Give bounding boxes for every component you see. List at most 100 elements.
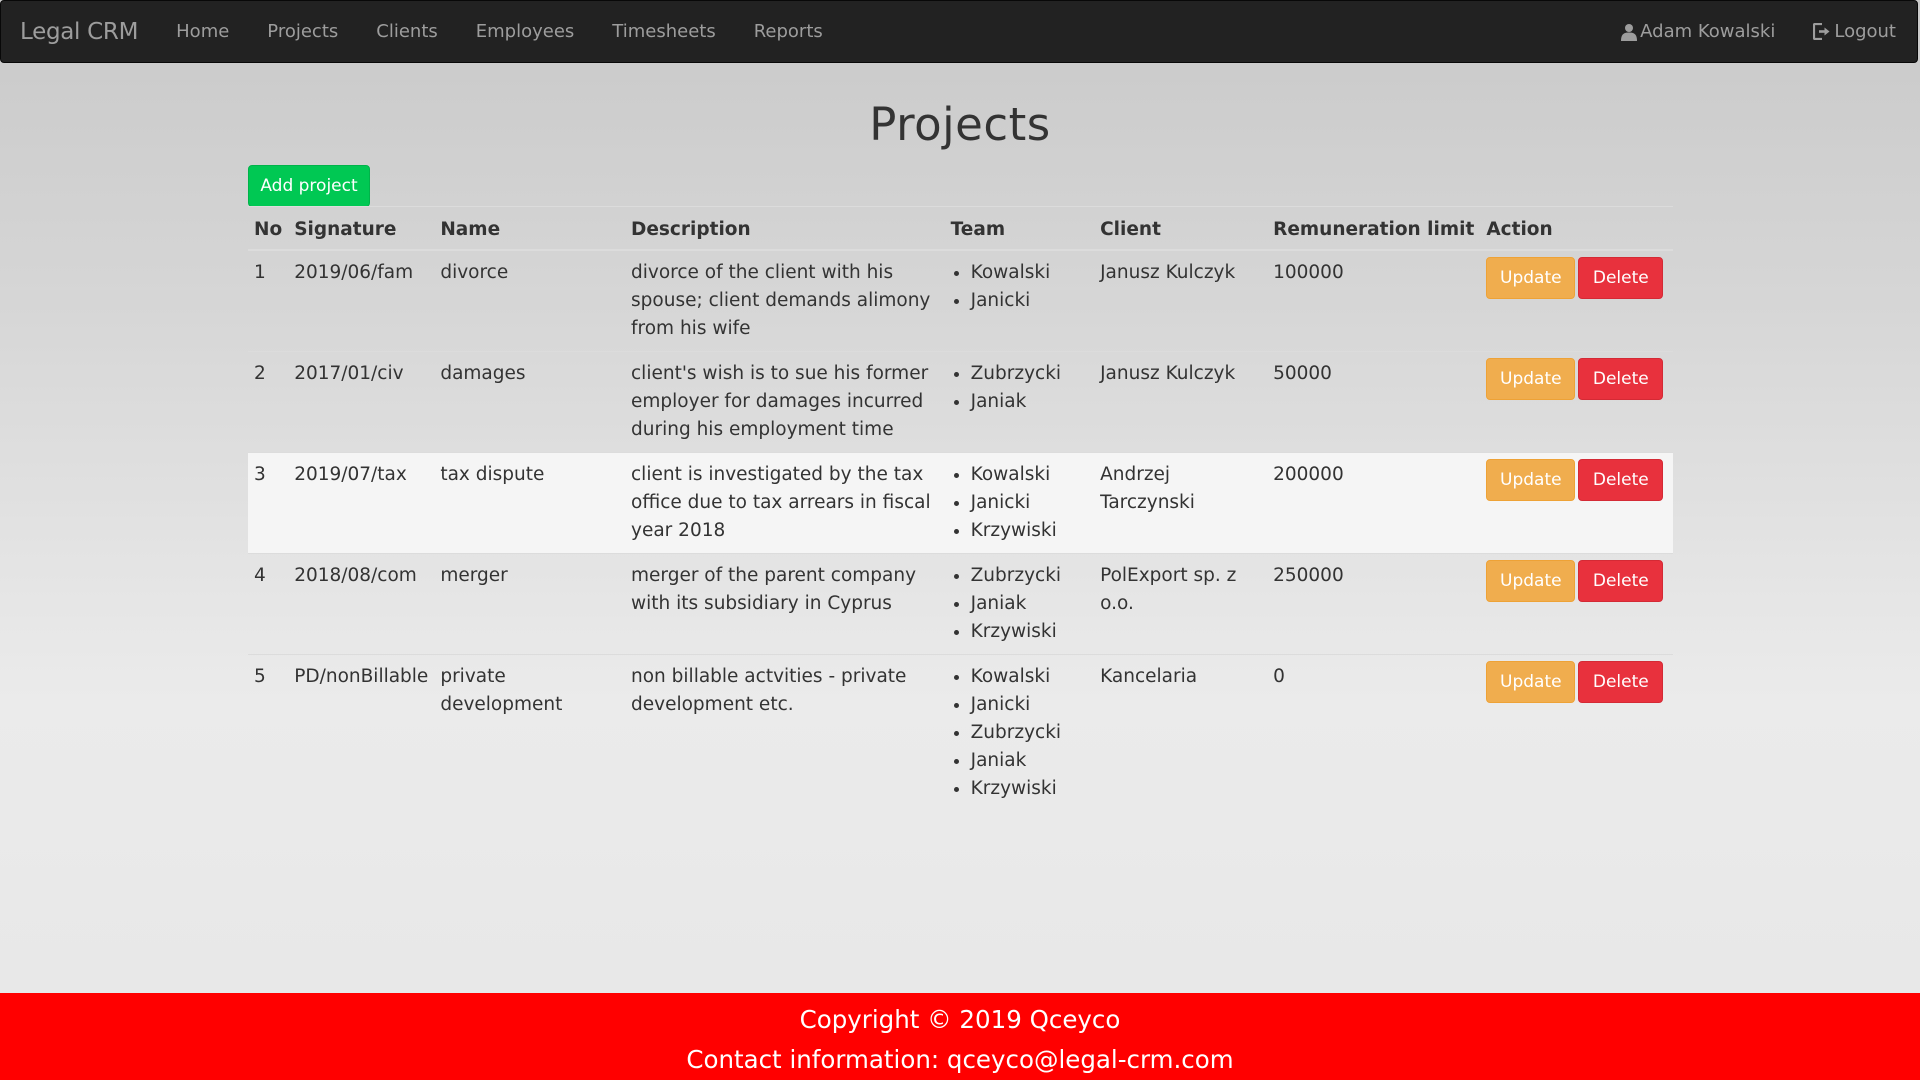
footer: Copyright © 2019 Qceyco Contact informat… — [0, 993, 1920, 1080]
team-member: Janicki — [971, 691, 1088, 719]
logout-label: Logout — [1834, 21, 1896, 42]
cell-client: Janusz Kulczyk — [1094, 249, 1268, 352]
update-button[interactable]: Update — [1486, 661, 1576, 703]
delete-button[interactable]: Delete — [1578, 661, 1664, 703]
navbar: Legal CRM Home Projects Clients Employee… — [0, 0, 1918, 63]
cell-name: tax dispute — [434, 452, 626, 554]
update-button[interactable]: Update — [1486, 459, 1576, 501]
cell-signature: PD/nonBillable — [288, 654, 435, 811]
team-list: Zubrzycki Janiak Krzywiski — [951, 562, 1088, 646]
cell-name: private development — [434, 654, 626, 811]
team-member: Kowalski — [971, 663, 1088, 691]
page-title: Projects — [869, 98, 1051, 151]
nav-reports[interactable]: Reports — [735, 0, 842, 63]
cell-client: Andrzej Tarczynski — [1094, 452, 1268, 554]
cell-team: Zubrzycki Janiak Krzywiski — [944, 553, 1095, 655]
update-button[interactable]: Update — [1486, 560, 1576, 602]
cell-signature: 2019/06/fam — [288, 249, 435, 352]
cell-action: Update Delete — [1480, 553, 1673, 655]
cell-no: 3 — [248, 452, 289, 554]
user-name: Adam Kowalski — [1640, 21, 1776, 42]
cell-action: Update Delete — [1480, 452, 1673, 554]
team-member: Krzywiski — [971, 775, 1088, 803]
team-member: Janiak — [971, 747, 1088, 775]
nav-employees[interactable]: Employees — [457, 0, 594, 63]
cell-team: Kowalski Janicki Zubrzycki Janiak Krzywi… — [944, 654, 1095, 811]
cell-description: non billable actvities - private develop… — [625, 654, 945, 811]
team-member: Kowalski — [971, 461, 1088, 489]
nav-projects[interactable]: Projects — [248, 0, 357, 63]
team-member: Janiak — [971, 388, 1088, 416]
brand-link[interactable]: Legal CRM — [20, 19, 138, 45]
cell-no: 2 — [248, 351, 289, 453]
cell-signature: 2017/01/civ — [288, 351, 435, 453]
team-member: Zubrzycki — [971, 719, 1088, 747]
team-member: Krzywiski — [971, 517, 1088, 545]
team-member: Zubrzycki — [971, 360, 1088, 388]
table-row: 5 PD/nonBillable private development non… — [248, 654, 1673, 811]
nav-clients[interactable]: Clients — [357, 0, 457, 63]
cell-client: Janusz Kulczyk — [1094, 351, 1268, 453]
team-member: Janicki — [971, 287, 1088, 315]
nav-timesheets[interactable]: Timesheets — [593, 0, 734, 63]
logout-icon — [1813, 23, 1830, 40]
cell-remuneration-limit: 0 — [1267, 654, 1481, 811]
table-header-row: No Signature Name Description Team Clien… — [248, 206, 1673, 251]
cell-remuneration-limit: 200000 — [1267, 452, 1481, 554]
team-list: Zubrzycki Janiak — [951, 360, 1088, 416]
cell-signature: 2019/07/tax — [288, 452, 435, 554]
update-button[interactable]: Update — [1486, 358, 1576, 400]
delete-button[interactable]: Delete — [1578, 560, 1664, 602]
update-button[interactable]: Update — [1486, 257, 1576, 299]
header-action: Action — [1480, 206, 1673, 251]
delete-button[interactable]: Delete — [1578, 257, 1664, 299]
projects-table: No Signature Name Description Team Clien… — [248, 206, 1673, 811]
nav-links: Home Projects Clients Employees Timeshee… — [157, 0, 842, 63]
header-team: Team — [944, 206, 1095, 251]
cell-action: Update Delete — [1480, 249, 1673, 352]
team-member: Janiak — [971, 590, 1088, 618]
cell-name: merger — [434, 553, 626, 655]
cell-no: 5 — [248, 654, 289, 811]
cell-description: merger of the parent company with its su… — [625, 553, 945, 655]
header-name: Name — [434, 206, 626, 251]
add-project-button[interactable]: Add project — [248, 165, 370, 207]
logout-link[interactable]: Logout — [1794, 0, 1915, 63]
cell-team: Zubrzycki Janiak — [944, 351, 1095, 453]
delete-button[interactable]: Delete — [1578, 358, 1664, 400]
user-profile-link[interactable]: Adam Kowalski — [1602, 0, 1794, 63]
header-signature: Signature — [288, 206, 435, 251]
team-list: Kowalski Janicki Zubrzycki Janiak Krzywi… — [951, 663, 1088, 803]
table-row: 1 2019/06/fam divorce divorce of the cli… — [248, 249, 1673, 352]
cell-team: Kowalski Janicki — [944, 249, 1095, 352]
header-client: Client — [1094, 206, 1268, 251]
cell-remuneration-limit: 50000 — [1267, 351, 1481, 453]
cell-client: PolExport sp. z o.o. — [1094, 553, 1268, 655]
header-remuneration-limit: Remuneration limit — [1267, 206, 1481, 251]
cell-name: divorce — [434, 249, 626, 352]
team-member: Krzywiski — [971, 618, 1088, 646]
cell-name: damages — [434, 351, 626, 453]
cell-team: Kowalski Janicki Krzywiski — [944, 452, 1095, 554]
nav-right: Adam Kowalski Logout — [1602, 0, 1915, 63]
header-no: No — [248, 206, 289, 251]
team-list: Kowalski Janicki — [951, 259, 1088, 315]
cell-no: 1 — [248, 249, 289, 352]
table-row: 3 2019/07/tax tax dispute client is inve… — [248, 452, 1673, 554]
cell-action: Update Delete — [1480, 654, 1673, 811]
cell-remuneration-limit: 100000 — [1267, 249, 1481, 352]
delete-button[interactable]: Delete — [1578, 459, 1664, 501]
header-description: Description — [625, 206, 945, 251]
footer-contact: Contact information: qceyco@legal-crm.co… — [686, 1045, 1234, 1074]
team-member: Kowalski — [971, 259, 1088, 287]
team-member: Zubrzycki — [971, 562, 1088, 590]
footer-copyright: Copyright © 2019 Qceyco — [799, 1005, 1121, 1034]
cell-no: 4 — [248, 553, 289, 655]
cell-description: divorce of the client with his spouse; c… — [625, 249, 945, 352]
cell-description: client's wish is to sue his former emplo… — [625, 351, 945, 453]
table-row: 4 2018/08/com merger merger of the paren… — [248, 553, 1673, 655]
cell-remuneration-limit: 250000 — [1267, 553, 1481, 655]
cell-client: Kancelaria — [1094, 654, 1268, 811]
nav-home[interactable]: Home — [157, 0, 248, 63]
cell-description: client is investigated by the tax office… — [625, 452, 945, 554]
